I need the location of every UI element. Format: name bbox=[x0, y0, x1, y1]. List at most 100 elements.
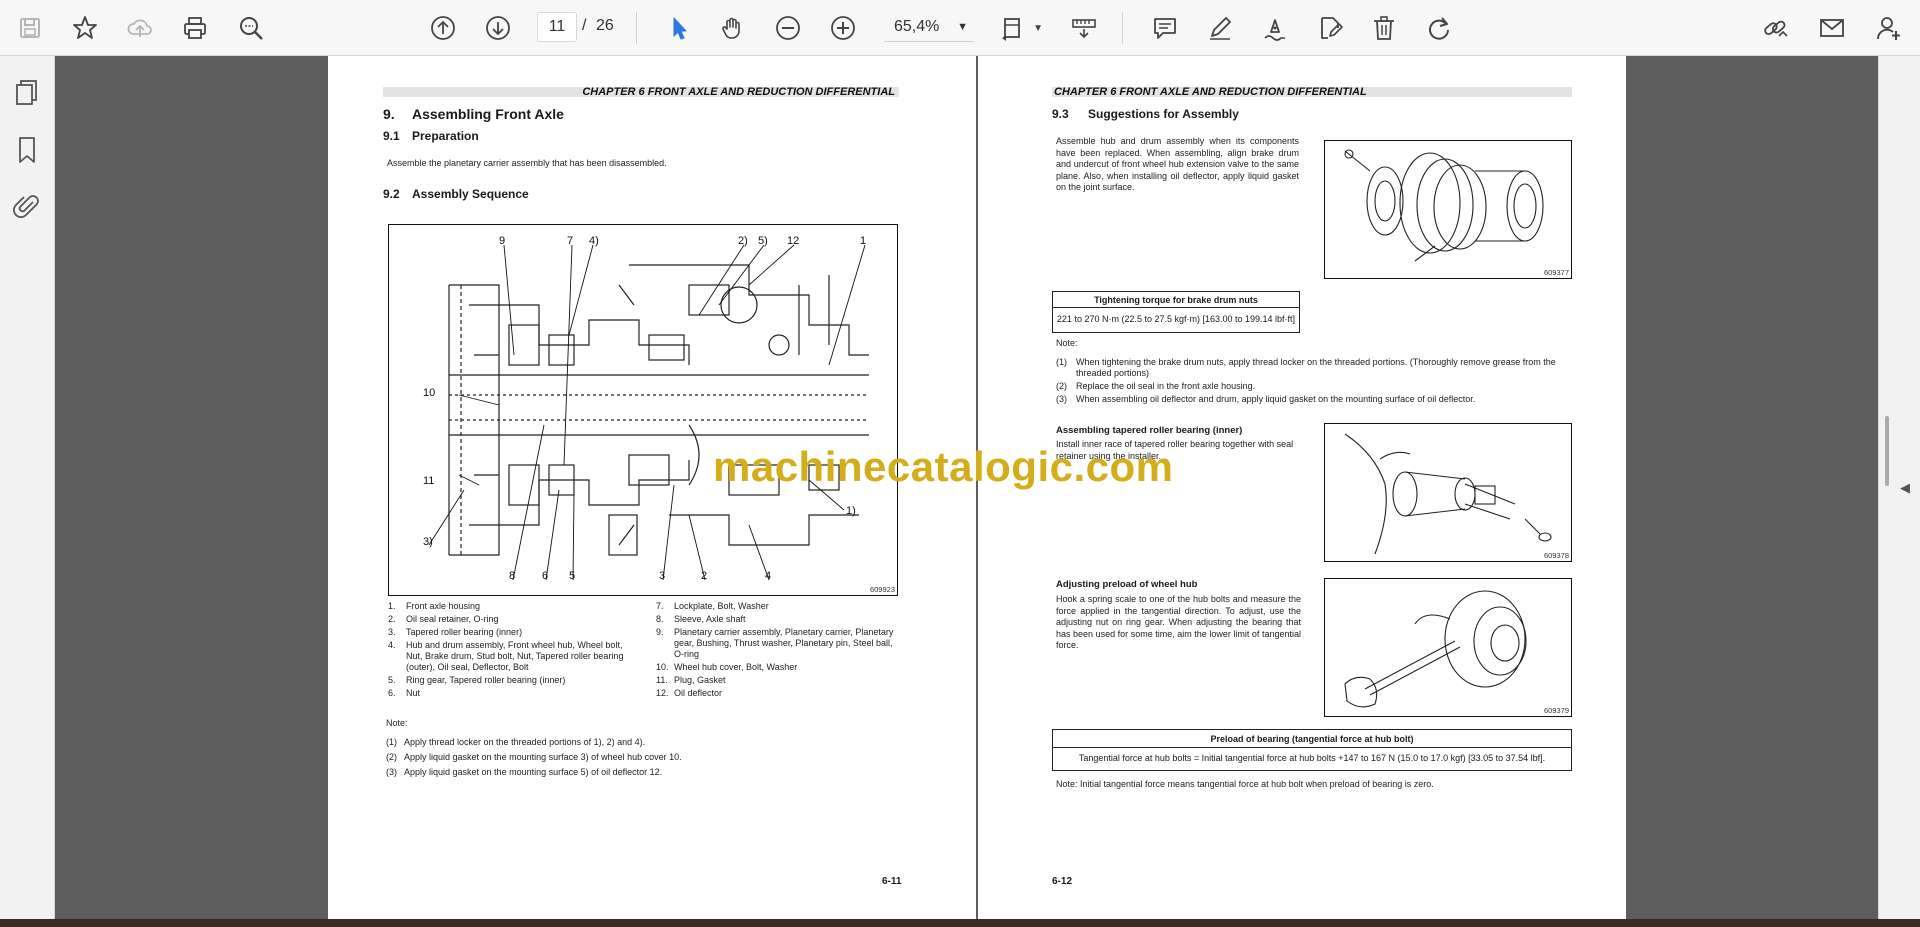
page-fit-icon[interactable]: ▼ bbox=[995, 9, 1043, 47]
figure-code: 609923 bbox=[869, 585, 895, 594]
hub-drum-drawing bbox=[1344, 149, 1544, 262]
table-header: Preload of bearing (tangential force at … bbox=[1053, 730, 1571, 748]
toolbar-divider bbox=[636, 12, 637, 44]
callout-label: 5 bbox=[569, 570, 576, 582]
chapter-header: CHAPTER 6 FRONT AXLE AND REDUCTION DIFFE… bbox=[1052, 87, 1572, 98]
list-item: 6. Nut bbox=[388, 688, 421, 698]
list-item: (3) Apply liquid gasket on the mounting s… bbox=[386, 767, 663, 777]
list-item: (2) Replace the oil seal in the front axl… bbox=[1056, 381, 1256, 391]
list-item: 3. Tapered roller bearing (inner) bbox=[388, 627, 523, 637]
figure-code: 609377 bbox=[1543, 268, 1569, 277]
assembly-intro-text: Assemble hub and drum assembly when its … bbox=[1056, 136, 1299, 192]
callout-label: 1) bbox=[846, 505, 856, 517]
pages-icon[interactable] bbox=[11, 76, 43, 108]
page-separator: / bbox=[582, 17, 587, 34]
chapter-header: CHAPTER 6 FRONT AXLE AND REDUCTION DIFFE… bbox=[383, 87, 899, 98]
callout-label: 6 bbox=[542, 570, 549, 582]
figure-code: 609378 bbox=[1543, 551, 1569, 560]
subsection-title: Suggestions for Assembly bbox=[1088, 107, 1239, 121]
table-header: Tightening torque for brake drum nuts bbox=[1053, 292, 1299, 308]
callout-label: 4) bbox=[589, 235, 599, 247]
table-cell: 221 to 270 N·m (22.5 to 27.5 kgf·m) [163… bbox=[1056, 314, 1296, 324]
list-item: 1. Front axle housing bbox=[388, 601, 481, 611]
zoom-in-icon[interactable] bbox=[824, 9, 862, 47]
page-total: 26 bbox=[596, 17, 614, 34]
note-label: Note: bbox=[386, 718, 408, 728]
bookmark-icon[interactable] bbox=[11, 134, 43, 166]
notes-list: (1) Apply thread locker on the threaded p… bbox=[386, 737, 906, 782]
figure-code: 609379 bbox=[1543, 706, 1569, 715]
callout-label: 10 bbox=[423, 387, 436, 399]
attachment-icon[interactable] bbox=[11, 190, 43, 222]
redo-icon[interactable] bbox=[1420, 9, 1458, 47]
mail-icon[interactable] bbox=[1813, 9, 1851, 47]
page-down-icon[interactable] bbox=[479, 9, 517, 47]
main-toolbar: 11 / 26 65,4% ▼ ▼ bbox=[0, 0, 1920, 56]
preload-measure-drawing bbox=[1344, 590, 1527, 708]
subsection-number: 9.2 bbox=[383, 187, 400, 201]
page-up-icon[interactable] bbox=[424, 9, 462, 47]
measure-icon[interactable] bbox=[1065, 9, 1103, 47]
subsection-number: 9.3 bbox=[1052, 107, 1069, 121]
page-number: 6-11 bbox=[882, 876, 902, 887]
table-cell: Tangential force at hub bolts = Initial … bbox=[1078, 753, 1546, 763]
notes-list: (1) When tightening the brake drum nuts, … bbox=[1056, 357, 1576, 407]
list-item: (1) Apply thread locker on the threaded p… bbox=[386, 737, 646, 747]
select-arrow-icon[interactable] bbox=[660, 9, 698, 47]
preload-text: Hook a spring scale to one of the hub bo… bbox=[1056, 594, 1301, 650]
subheading: Assembling tapered roller bearing (inner… bbox=[1056, 425, 1243, 436]
zoom-search-icon[interactable] bbox=[232, 9, 270, 47]
list-item: 7. Lockplate, Bolt, Washer bbox=[656, 601, 769, 611]
final-note: Note: Initial tangential force means tan… bbox=[1056, 779, 1434, 789]
callout-label: 3) bbox=[423, 536, 433, 548]
axle-drawing bbox=[428, 244, 869, 581]
parts-list-col2: 7. Lockplate, Bolt, Washer 8. Sleeve, Axle… bbox=[656, 601, 901, 701]
star-icon[interactable] bbox=[66, 9, 104, 47]
left-sidebar bbox=[0, 56, 55, 919]
add-user-icon[interactable] bbox=[1870, 9, 1908, 47]
assembly-cross-section-figure: 9 7 4) 2) 5) 12 1 10 11 3) 1) 8 6 5 3 2 … bbox=[388, 224, 898, 596]
list-item: (1) When tightening the brake drum nuts, … bbox=[1056, 357, 1556, 378]
preload-table: Preload of bearing (tangential force at … bbox=[1052, 729, 1572, 771]
section-number: 9. bbox=[383, 106, 395, 122]
list-item: (2) Apply liquid gasket on the mounting s… bbox=[386, 752, 682, 762]
callout-label: 2) bbox=[738, 235, 748, 247]
comment-icon[interactable] bbox=[1146, 9, 1184, 47]
callout-label: 5) bbox=[758, 235, 768, 247]
list-item: (3) When assembling oil deflector and dru… bbox=[1056, 394, 1476, 404]
print-icon[interactable] bbox=[176, 9, 214, 47]
bearing-install-figure: 609378 bbox=[1324, 423, 1572, 562]
list-item: 5. Ring gear, Tapered roller bearing (inn… bbox=[388, 675, 566, 685]
expand-right-icon[interactable]: ◀ bbox=[1900, 480, 1910, 496]
save-icon[interactable] bbox=[11, 9, 49, 47]
list-item: 11. Plug, Gasket bbox=[656, 675, 726, 685]
subheading: Adjusting preload of wheel hub bbox=[1056, 579, 1198, 590]
callout-label: 4 bbox=[765, 570, 772, 582]
parts-list-col1: 1. Front axle housing 2. Oil seal retainer… bbox=[388, 601, 633, 701]
trash-icon[interactable] bbox=[1365, 9, 1403, 47]
toolbar-divider bbox=[1122, 12, 1123, 44]
pencil-icon[interactable] bbox=[1201, 9, 1239, 47]
zoom-out-icon[interactable] bbox=[769, 9, 807, 47]
list-item: 2. Oil seal retainer, O-ring bbox=[388, 614, 499, 624]
list-item: 4. Hub and drum assembly, Front wheel hub… bbox=[388, 640, 624, 672]
list-item: 12. Oil deflector bbox=[656, 688, 723, 698]
page-number-input[interactable]: 11 bbox=[537, 12, 577, 42]
cloud-upload-icon[interactable] bbox=[121, 9, 159, 47]
section-title: Assembling Front Axle bbox=[412, 106, 564, 122]
hub-drum-figure: 609377 bbox=[1324, 140, 1572, 279]
sign-icon[interactable] bbox=[1256, 9, 1294, 47]
edit-icon[interactable] bbox=[1311, 9, 1349, 47]
zoom-level-value: 65,4% bbox=[894, 18, 940, 35]
callout-label: 2 bbox=[701, 570, 708, 582]
list-item: 8. Sleeve, Axle shaft bbox=[656, 614, 746, 624]
vertical-scrollbar-thumb[interactable] bbox=[1885, 416, 1889, 486]
callout-label: 12 bbox=[787, 235, 800, 247]
note-label: Note: bbox=[1056, 338, 1078, 348]
callout-label: 9 bbox=[499, 235, 506, 247]
hand-icon[interactable] bbox=[714, 9, 752, 47]
zoom-level-select[interactable]: 65,4% ▼ bbox=[884, 12, 974, 42]
share-link-icon[interactable] bbox=[1756, 9, 1794, 47]
subsection-title: Preparation bbox=[412, 129, 479, 143]
preparation-text: Assemble the planetary carrier assembly … bbox=[387, 158, 667, 168]
